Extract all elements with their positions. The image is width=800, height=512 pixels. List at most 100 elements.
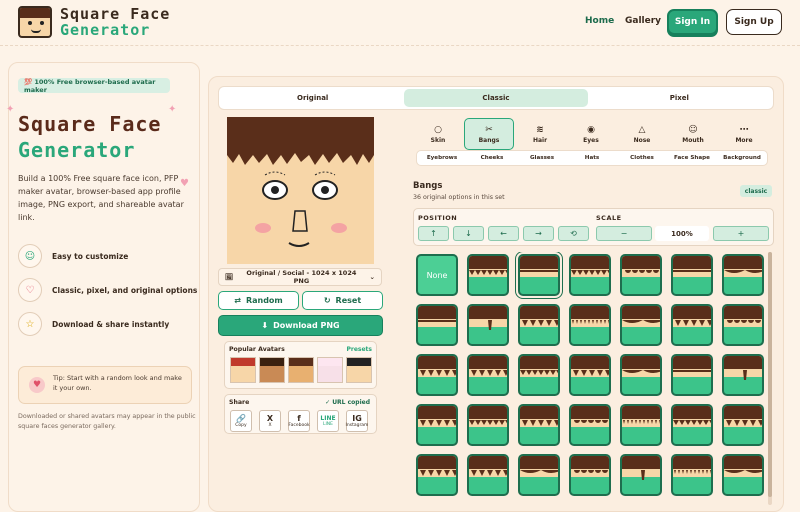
dots-icon: ⋯ xyxy=(739,124,749,135)
nav-gallery[interactable]: Gallery xyxy=(625,16,661,26)
presets-link[interactable]: Presets xyxy=(346,346,372,353)
bangs-option[interactable] xyxy=(467,404,509,446)
bangs-option[interactable] xyxy=(515,252,563,299)
tool-hats[interactable]: Hats xyxy=(567,151,617,165)
bangs-option[interactable] xyxy=(518,454,560,496)
popular-avatar-thumb[interactable] xyxy=(346,357,372,383)
export-size-select[interactable]: 🖼 Original / Social - 1024 x 1024 PNG ⌄ xyxy=(218,268,382,286)
feature-item: ☺ Easy to customize xyxy=(18,244,128,268)
popular-avatar-thumb[interactable] xyxy=(317,357,343,383)
bangs-option[interactable] xyxy=(620,304,662,346)
reset-button[interactable]: ↻ Reset xyxy=(302,291,383,310)
bangs-option[interactable] xyxy=(722,304,764,346)
scrollbar-thumb[interactable] xyxy=(768,252,772,497)
bangs-option[interactable] xyxy=(671,254,713,296)
bangs-option[interactable] xyxy=(518,304,560,346)
bangs-option[interactable] xyxy=(671,454,713,496)
tool-background[interactable]: Background xyxy=(717,151,767,165)
tab-classic[interactable]: Classic xyxy=(404,89,588,107)
tool-hair[interactable]: ≋ Hair xyxy=(515,118,565,150)
logo-title-line2[interactable]: Generator xyxy=(60,21,150,39)
circle-icon: ○ xyxy=(434,124,442,135)
tool-nose[interactable]: △ Nose xyxy=(617,118,667,150)
bangs-option[interactable] xyxy=(722,254,764,296)
nav-home[interactable]: Home xyxy=(585,16,614,26)
scale-up-button[interactable]: + xyxy=(713,226,769,241)
tool-more[interactable]: ⋯ More xyxy=(719,118,769,150)
tool-glasses[interactable]: Glasses xyxy=(517,151,567,165)
random-button[interactable]: ⇄ Random xyxy=(218,291,299,310)
bangs-option[interactable] xyxy=(518,354,560,396)
set-badge: classic xyxy=(740,185,772,197)
bangs-option[interactable] xyxy=(518,404,560,446)
move-up-button[interactable]: ↑ xyxy=(418,226,449,241)
section-title: Bangs xyxy=(413,181,443,191)
bangs-option-none[interactable]: None xyxy=(416,254,458,296)
bangs-option[interactable] xyxy=(722,454,764,496)
bangs-option[interactable] xyxy=(620,404,662,446)
popular-avatar-thumb[interactable] xyxy=(259,357,285,383)
bangs-option[interactable] xyxy=(416,354,458,396)
tool-skin[interactable]: ○ Skin xyxy=(413,118,463,150)
tool-label: Bangs xyxy=(478,136,500,144)
bangs-option[interactable] xyxy=(416,404,458,446)
bangs-option[interactable] xyxy=(620,354,662,396)
tool-bangs[interactable]: ✂ Bangs xyxy=(464,118,514,150)
tool-cheeks[interactable]: Cheeks xyxy=(467,151,517,165)
bangs-option[interactable] xyxy=(416,304,458,346)
reset-position-button[interactable]: ⟲ xyxy=(558,226,589,241)
bangs-option[interactable] xyxy=(467,254,509,296)
tool-mouth[interactable]: ☺ Mouth xyxy=(668,118,718,150)
download-png-button[interactable]: ⬇ Download PNG xyxy=(218,315,383,336)
share-facebook-button[interactable]: f Facebook xyxy=(288,410,310,432)
share-line-button[interactable]: LINE LINE xyxy=(317,410,339,432)
tab-pixel[interactable]: Pixel xyxy=(588,89,771,107)
move-right-button[interactable]: → xyxy=(523,226,554,241)
bangs-option[interactable] xyxy=(569,354,611,396)
heart-icon: ♥ xyxy=(29,377,45,393)
popular-avatar-thumb[interactable] xyxy=(230,357,256,383)
hero-description: Build a 100% Free square face icon, PFP … xyxy=(18,174,184,222)
sign-up-button[interactable]: Sign Up xyxy=(726,9,782,35)
bangs-option[interactable] xyxy=(671,304,713,346)
bangs-option[interactable] xyxy=(722,354,764,396)
tool-eyebrows[interactable]: Eyebrows xyxy=(417,151,467,165)
chevron-down-icon: ⌄ xyxy=(369,273,375,281)
tab-original[interactable]: Original xyxy=(221,89,404,107)
tool-face-shape[interactable]: Face Shape xyxy=(667,151,717,165)
download-label: Download PNG xyxy=(273,321,340,330)
bangs-option[interactable] xyxy=(569,254,611,296)
move-left-button[interactable]: ← xyxy=(488,226,519,241)
bangs-option[interactable] xyxy=(467,454,509,496)
bangs-option[interactable] xyxy=(671,404,713,446)
bangs-option[interactable] xyxy=(569,304,611,346)
bangs-option[interactable] xyxy=(569,454,611,496)
feature-item: ☆ Download & share instantly xyxy=(18,312,169,336)
share-instagram-button[interactable]: IG Instagram xyxy=(346,410,368,432)
logo-icon[interactable] xyxy=(18,6,52,38)
bangs-option[interactable] xyxy=(671,354,713,396)
tool-eyes[interactable]: ◉ Eyes xyxy=(566,118,616,150)
triangle-icon: △ xyxy=(638,124,646,135)
bangs-option[interactable] xyxy=(467,354,509,396)
url-copied-status: ✓ URL copied xyxy=(325,399,370,406)
move-down-button[interactable]: ↓ xyxy=(453,226,484,241)
bangs-option[interactable] xyxy=(467,304,509,346)
popular-title: Popular Avatars xyxy=(229,346,285,353)
share-x-button[interactable]: XX xyxy=(259,410,281,432)
bangs-option[interactable] xyxy=(620,454,662,496)
tool-label: Eyes xyxy=(583,136,599,144)
bangs-option[interactable] xyxy=(569,404,611,446)
bangs-option[interactable] xyxy=(416,454,458,496)
feature-label: Classic, pixel, and original options xyxy=(52,285,198,295)
sign-in-button[interactable]: Sign In xyxy=(667,9,718,35)
tool-clothes[interactable]: Clothes xyxy=(617,151,667,165)
bangs-option[interactable] xyxy=(620,254,662,296)
scale-down-button[interactable]: − xyxy=(596,226,652,241)
random-label: Random xyxy=(245,296,283,305)
share-copy-button[interactable]: 🔗 Copy xyxy=(230,410,252,432)
popular-avatar-thumb[interactable] xyxy=(288,357,314,383)
options-scrollbar[interactable] xyxy=(768,252,772,505)
bangs-option[interactable] xyxy=(722,404,764,446)
header: Square Face Generator Home Gallery Sign … xyxy=(0,0,800,46)
